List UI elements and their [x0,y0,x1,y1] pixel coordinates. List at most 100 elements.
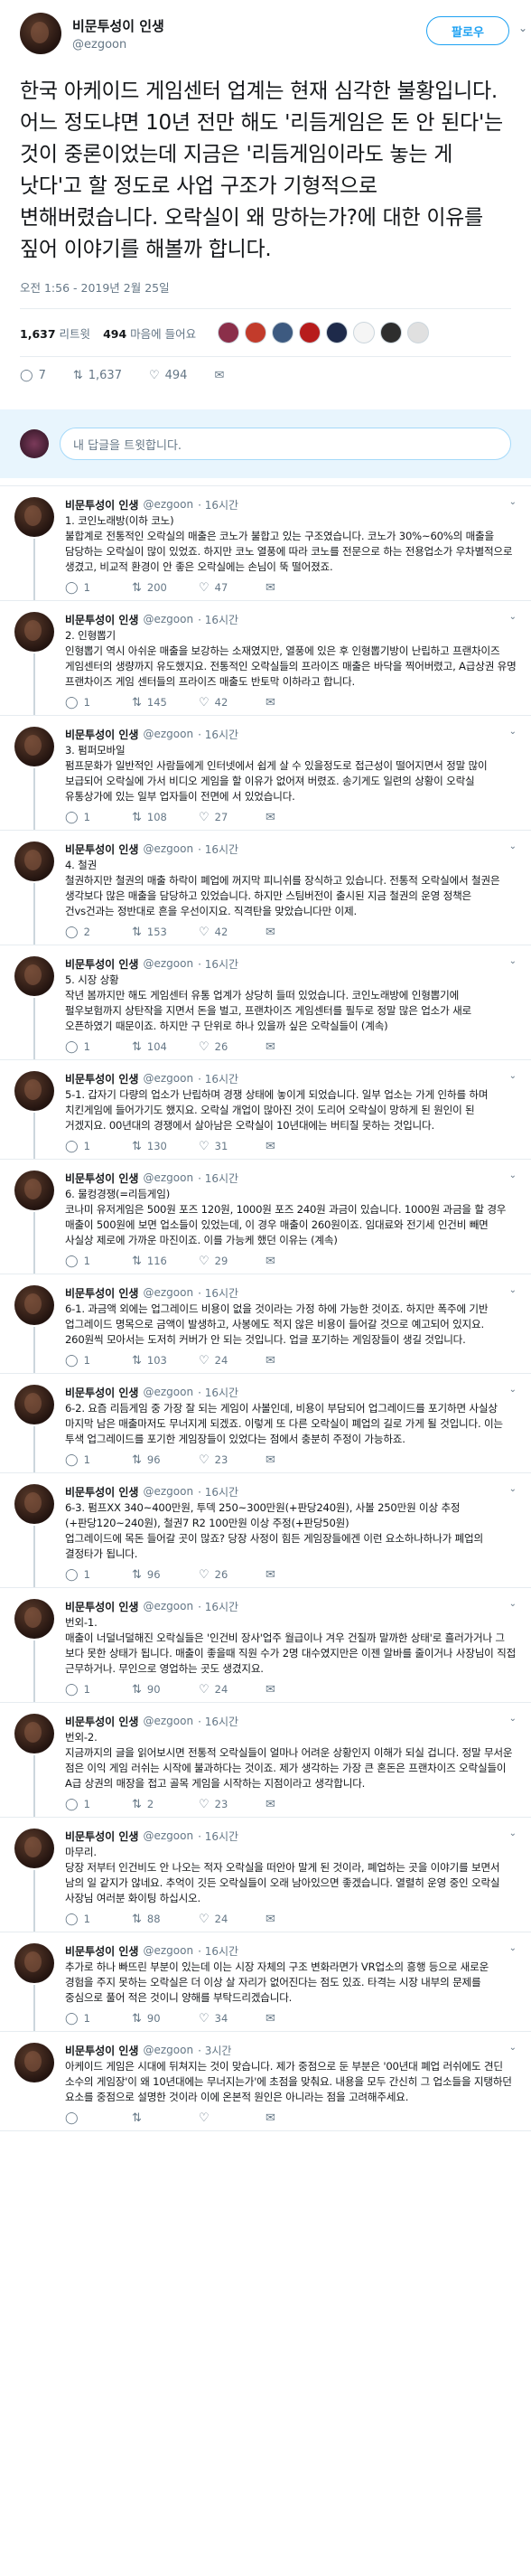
retweet-button[interactable]: ⇅ 103 [132,1354,199,1368]
liker-avatar[interactable] [326,322,349,343]
thread-tweet[interactable]: 비문투성이 인생 @ezgoon · 16시간 ⌄ 마무리. 당장 저부터 인건… [0,1818,531,1932]
dm-button[interactable]: ✉ [266,1140,332,1153]
author-name[interactable]: 비문투성이 인생 [72,16,164,35]
like-stat[interactable]: 494 마음에 들어요 [103,324,196,342]
reply-button[interactable]: ◯ 1 [65,811,132,824]
avatar[interactable] [14,1484,54,1524]
author-handle[interactable]: @ezgoon [143,1072,193,1085]
dm-button[interactable]: ✉ [266,2111,332,2125]
liker-avatar[interactable] [299,322,321,343]
tweet-time[interactable]: · 16시간 [198,1385,238,1400]
avatar[interactable] [14,1285,54,1325]
chevron-down-icon[interactable]: ⌄ [509,1829,517,1838]
thread-tweet[interactable]: 비문투성이 인생 @ezgoon · 16시간 ⌄ 6-3. 펌프XX 340~… [0,1473,531,1588]
avatar[interactable] [14,2043,54,2082]
thread-tweet[interactable]: 비문투성이 인생 @ezgoon · 16시간 ⌄ 5-1. 갑자기 다량의 업… [0,1060,531,1160]
author-handle[interactable]: @ezgoon [143,1829,193,1842]
thread-tweet[interactable]: 비문투성이 인생 @ezgoon · 16시간 ⌄ 6. 물컹경쟁(=리듬게임)… [0,1160,531,1274]
retweet-button[interactable]: ⇅ 90 [132,2012,199,2026]
tweet-timestamp[interactable]: 오전 1:56 - 2019년 2월 25일 [20,278,511,296]
author-handle[interactable]: @ezgoon [143,1600,193,1612]
avatar[interactable] [20,13,61,54]
avatar[interactable] [14,1071,54,1111]
like-button[interactable]: ♡ 29 [199,1255,266,1268]
retweet-stat[interactable]: 1,637 리트윗 [20,324,90,342]
reply-button[interactable]: ◯ 1 [65,1453,132,1467]
chevron-down-icon[interactable]: ⌄ [509,1285,517,1295]
dm-button[interactable]: ✉ [214,369,229,382]
reply-button[interactable]: ◯ 1 [65,1354,132,1368]
author-name[interactable]: 비문투성이 인생 [65,2043,138,2058]
tweet-time[interactable]: · 16시간 [198,1484,238,1500]
avatar[interactable] [14,727,54,766]
author-name[interactable]: 비문투성이 인생 [65,1385,138,1400]
chevron-down-icon[interactable]: ⌄ [509,841,517,851]
author-handle[interactable]: @ezgoon [143,842,193,855]
liker-avatar[interactable] [218,322,240,343]
author-name[interactable]: 비문투성이 인생 [65,1071,138,1086]
chevron-down-icon[interactable]: ⌄ [509,497,517,507]
like-button[interactable]: ♡ 24 [199,1683,266,1697]
dm-button[interactable]: ✉ [266,1453,332,1467]
thread-tweet[interactable]: 비문투성이 인생 @ezgoon · 16시간 ⌄ 번외-1. 매출이 너덜너덜… [0,1588,531,1703]
dm-button[interactable]: ✉ [266,2012,332,2026]
like-button[interactable]: ♡ [199,2111,266,2125]
chevron-down-icon[interactable]: ⌄ [518,22,527,34]
dm-button[interactable]: ✉ [266,581,332,595]
reply-button[interactable]: ◯ 2 [65,926,132,939]
avatar[interactable] [14,1385,54,1424]
tweet-time[interactable]: · 16시간 [198,1943,238,1959]
thread-tweet[interactable]: 비문투성이 인생 @ezgoon · 16시간 ⌄ 4. 철권 철권하지만 철권… [0,831,531,945]
author-handle[interactable]: @ezgoon [143,1171,193,1184]
like-button[interactable]: ♡ 24 [199,1354,266,1368]
reply-button[interactable]: ◯ [65,2111,132,2125]
chevron-down-icon[interactable]: ⌄ [509,1943,517,1953]
reply-input[interactable]: 내 답글을 트윗합니다. [60,428,511,460]
author-name[interactable]: 비문투성이 인생 [65,1714,138,1729]
tweet-time[interactable]: · 16시간 [198,1714,238,1729]
author-name[interactable]: 비문투성이 인생 [65,1285,138,1301]
avatar[interactable] [14,1599,54,1639]
like-button[interactable]: ♡ 42 [199,696,266,710]
thread-tweet[interactable]: 비문투성이 인생 @ezgoon · 16시간 ⌄ 5. 시장 상황 작년 봄까… [0,945,531,1060]
author-name[interactable]: 비문투성이 인생 [65,1829,138,1844]
tweet-time[interactable]: · 3시간 [198,2043,231,2058]
avatar[interactable] [14,1829,54,1868]
chevron-down-icon[interactable]: ⌄ [509,1385,517,1395]
follow-button[interactable]: 팔로우 [426,16,509,45]
retweet-button[interactable]: ⇅ 108 [132,811,199,824]
chevron-down-icon[interactable]: ⌄ [509,1484,517,1494]
avatar[interactable] [14,841,54,881]
author-name[interactable]: 비문투성이 인생 [65,1170,138,1186]
avatar[interactable] [14,1714,54,1753]
tweet-time[interactable]: · 16시간 [198,1829,238,1844]
chevron-down-icon[interactable]: ⌄ [509,612,517,622]
avatar[interactable] [14,497,54,537]
chevron-down-icon[interactable]: ⌄ [509,1170,517,1180]
reply-button[interactable]: ◯ 1 [65,1255,132,1268]
reply-button[interactable]: ◯ 1 [65,2012,132,2026]
thread-tweet[interactable]: 비문투성이 인생 @ezgoon · 16시간 ⌄ 3. 펌퍼모바일 펌프문화가… [0,716,531,831]
thread-tweet[interactable]: 비문투성이 인생 @ezgoon · 3시간 ⌄ 아케이드 게임은 시대에 뒤쳐… [0,2032,531,2131]
thread-tweet[interactable]: 비문투성이 인생 @ezgoon · 16시간 ⌄ 6-2. 요즘 리듬게임 중… [0,1374,531,1473]
author-name[interactable]: 비문투성이 인생 [65,497,138,512]
liker-avatar[interactable] [245,322,267,343]
liker-avatar[interactable] [272,322,294,343]
reply-button[interactable]: ◯ 1 [65,581,132,595]
retweet-button[interactable]: ⇅ 96 [132,1453,199,1467]
retweet-button[interactable]: ⇅ 145 [132,696,199,710]
avatar[interactable] [14,956,54,996]
dm-button[interactable]: ✉ [266,1255,332,1268]
like-button[interactable]: ♡ 31 [199,1140,266,1153]
like-button[interactable]: ♡ 47 [199,581,266,595]
dm-button[interactable]: ✉ [266,696,332,710]
chevron-down-icon[interactable]: ⌄ [509,956,517,966]
chevron-down-icon[interactable]: ⌄ [509,727,517,737]
dm-button[interactable]: ✉ [266,1683,332,1697]
tweet-time[interactable]: · 16시간 [198,841,238,857]
reply-button[interactable]: ◯ 1 [65,1798,132,1811]
tweet-time[interactable]: · 16시간 [198,1599,238,1614]
tweet-time[interactable]: · 16시간 [198,497,238,512]
thread-tweet[interactable]: 비문투성이 인생 @ezgoon · 16시간 ⌄ 6-1. 과금액 외에는 업… [0,1274,531,1374]
tweet-time[interactable]: · 16시간 [198,612,238,627]
